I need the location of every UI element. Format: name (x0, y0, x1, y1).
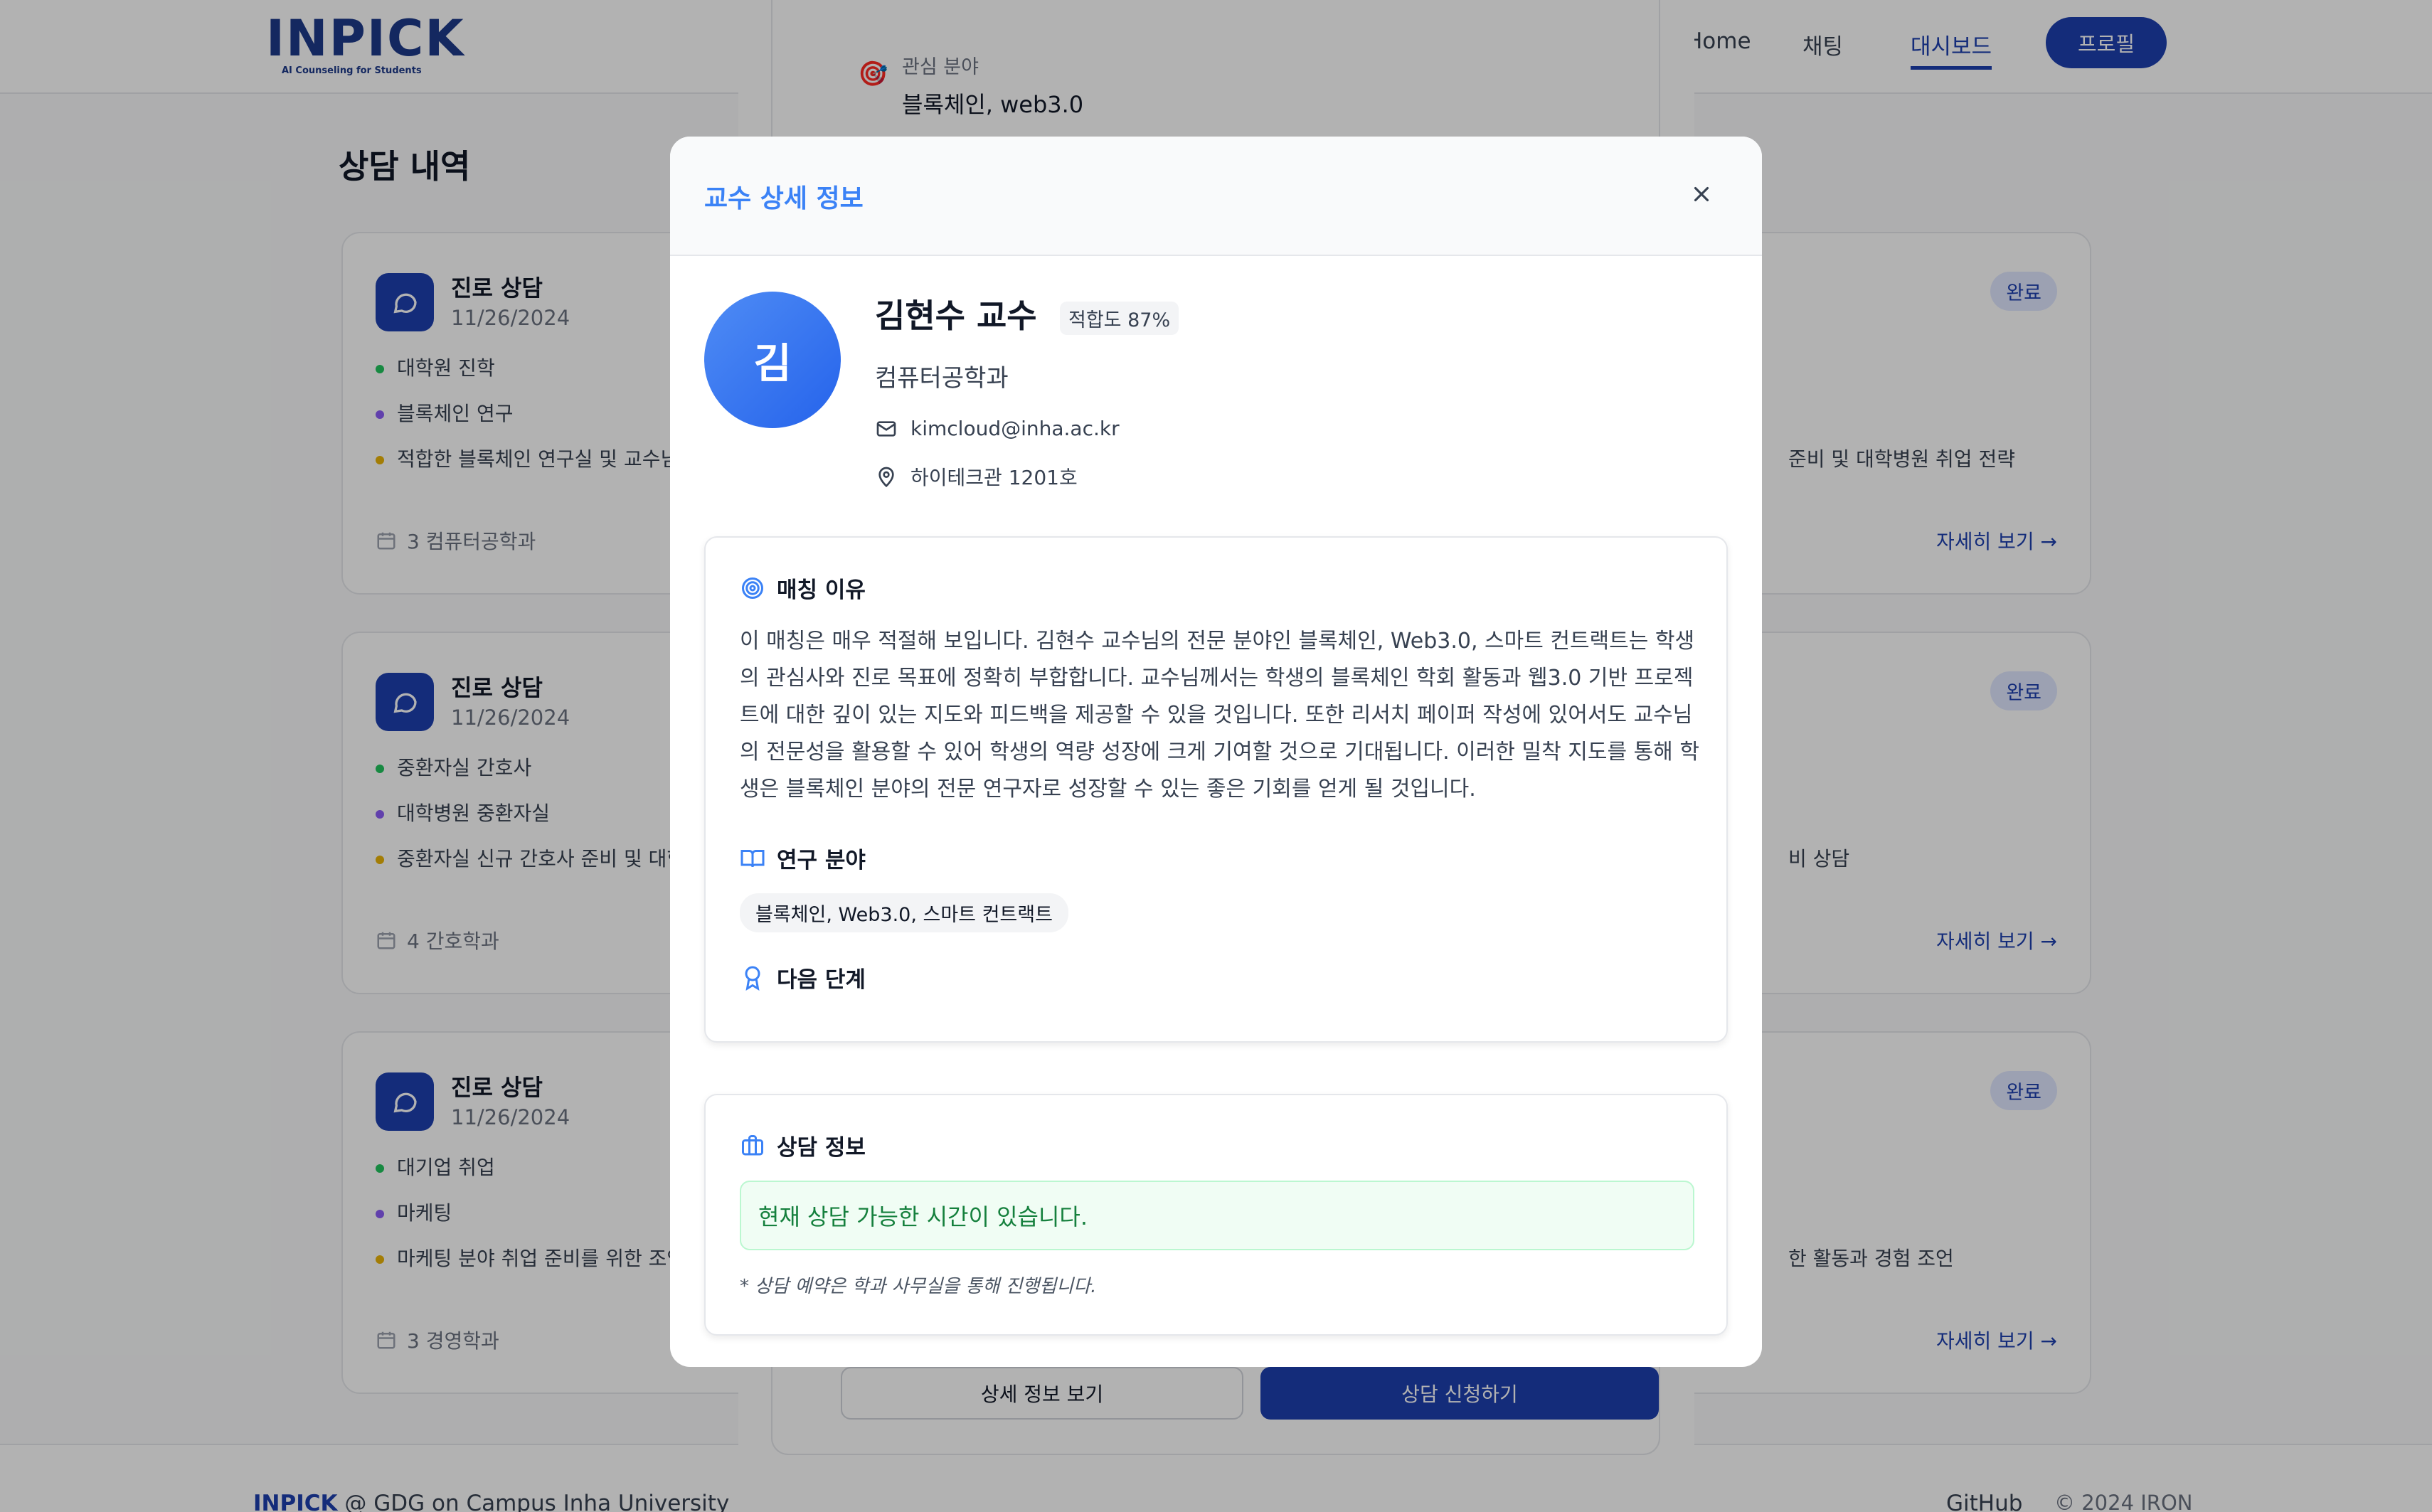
office-row: 하이테크관 1201호 (875, 462, 1078, 491)
award-icon (745, 966, 760, 991)
target-icon (742, 577, 763, 599)
professor-detail-modal: 교수 상세 정보 김 김현수 교수 적합도 87% 컴퓨터공학과 kimclou… (670, 137, 1762, 1367)
match-score: 적합도 87% (1060, 302, 1179, 335)
next-step-heading: 다음 단계 (740, 962, 866, 994)
professor-department: 컴퓨터공학과 (875, 364, 1009, 393)
reason-text: 이 매칭은 매우 적절해 보입니다. 김현수 교수님의 전문 분야인 블록체인,… (740, 629, 1699, 802)
email-row: kimcloud@inha.ac.kr (875, 417, 1120, 440)
reason-heading: 매칭 이유 (740, 572, 866, 604)
mail-icon (876, 420, 896, 437)
research-heading: 연구 분야 (740, 842, 866, 874)
map-pin-icon (878, 467, 894, 488)
briefcase-icon (742, 1134, 763, 1155)
professor-office: 하이테크관 1201호 (910, 466, 1078, 489)
professor-name: 김현수 교수 (875, 297, 1037, 335)
book-open-icon (740, 849, 765, 867)
booking-note: * 상담 예약은 학과 사무실을 통해 진행됩니다. (740, 1276, 1097, 1297)
professor-email[interactable]: kimcloud@inha.ac.kr (910, 417, 1120, 440)
research-tag: 블록체인, Web3.0, 스마트 컨트랙트 (740, 893, 1068, 932)
close-icon[interactable] (1684, 176, 1719, 212)
modal-title: 교수 상세 정보 (704, 184, 864, 213)
matching-reason-box: 매칭 이유 이 매칭은 매우 적절해 보입니다. 김현수 교수님의 전문 분야인… (704, 536, 1728, 1043)
modal-header: 교수 상세 정보 (670, 137, 1762, 256)
avatar: 김 (704, 292, 841, 428)
consult-info-box: 상담 정보 현재 상담 가능한 시간이 있습니다. * 상담 예약은 학과 사무… (704, 1094, 1728, 1336)
availability-status: 현재 상담 가능한 시간이 있습니다. (740, 1181, 1694, 1250)
consult-heading: 상담 정보 (740, 1129, 866, 1161)
